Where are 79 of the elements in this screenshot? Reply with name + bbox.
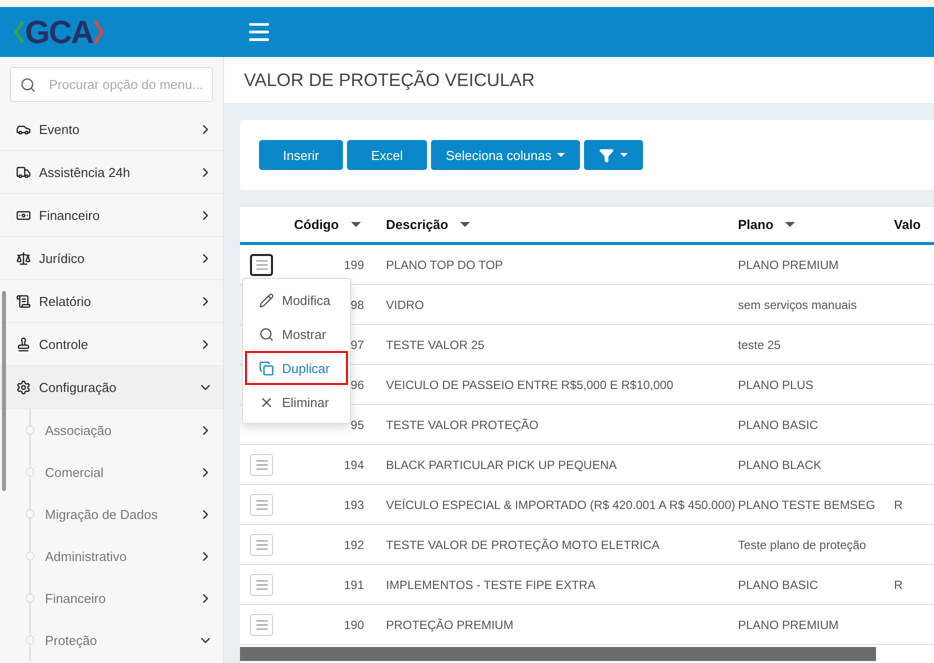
menu-item[interactable]: Duplicar (245, 351, 348, 385)
logo-chevron-icon (14, 20, 24, 44)
stamp-icon (16, 336, 31, 352)
scale-icon (16, 250, 31, 266)
menu-icon (254, 458, 268, 472)
columns-dropdown[interactable]: Seleciona colunas (430, 140, 580, 170)
table-cell: 193 (344, 498, 364, 512)
table-cell: TESTE VALOR DE PROTEÇÃO MOTO ELETRICA (386, 538, 660, 552)
table-cell: 95 (350, 418, 364, 432)
filter-dropdown[interactable] (584, 140, 644, 170)
table-cell: 199 (344, 258, 364, 272)
table-cell: VEICULO DE PASSEIO ENTRE R$5,000 E R$10,000 (386, 378, 674, 392)
table-cell: R (894, 498, 903, 512)
table-cell: Teste plano de proteção (738, 538, 866, 552)
sidebar-item[interactable]: Evento (39, 122, 190, 136)
column-header[interactable]: Valo (894, 217, 921, 232)
sidebar-item[interactable]: Jurídico (39, 250, 190, 266)
column-header[interactable]: Código (294, 217, 339, 232)
table-cell: VEÍCULO ESPECIAL & IMPORTADO (R$ 420.001 A R$ 450.000) (386, 498, 736, 512)
table-cell: 98 (350, 298, 364, 312)
table-cell: PLANO TESTE BEMSEG (738, 498, 876, 512)
scrollbar[interactable] (240, 647, 876, 661)
table-cell: 96 (350, 378, 364, 392)
scroll-icon (16, 294, 31, 308)
sidebar-subitem[interactable]: Comercial (45, 464, 198, 480)
menu-icon (254, 498, 268, 512)
menu-icon (254, 618, 268, 632)
logo: GCA (25, 14, 94, 50)
menu-icon (254, 578, 268, 592)
table-cell: 191 (344, 578, 364, 592)
sidebar-subitem[interactable]: Migração de Dados (45, 506, 198, 522)
table-cell: PLANO BASIC (738, 418, 818, 432)
sort-caret-icon[interactable] (785, 222, 796, 227)
column-header[interactable]: Plano (738, 217, 774, 232)
sidebar-subitem[interactable]: Associação (45, 422, 198, 438)
menu-icon (254, 538, 268, 552)
row-menu-button[interactable] (250, 254, 273, 276)
table-cell: BLACK PARTICULAR PICK UP PEQUENA (386, 458, 617, 472)
table-cell: PLANO PREMIUM (738, 618, 839, 632)
settings-icon (16, 380, 31, 394)
scrollbar[interactable] (2, 291, 6, 491)
table-cell: 97 (350, 338, 364, 352)
table-cell: PLANO PLUS (738, 378, 814, 392)
table-cell: IMPLEMENTOS - TESTE FIPE EXTRA (386, 578, 596, 592)
column-header[interactable]: Descrição (386, 217, 448, 232)
pencil-icon (259, 292, 274, 308)
search-icon (259, 326, 274, 342)
table-cell: PLANO TOP DO TOP (386, 258, 503, 272)
table-cell: VIDRO (386, 298, 424, 312)
sidebar-item[interactable]: Financeiro (39, 208, 190, 222)
table-cell: TESTE VALOR 25 (386, 338, 484, 352)
table-cell: 190 (344, 618, 364, 632)
table-cell: PLANO BASIC (738, 578, 818, 592)
sidebar-subitem[interactable]: Proteção (45, 632, 198, 648)
table-cell: PLANO BLACK (738, 458, 822, 472)
toolbar-button[interactable]: Inserir (259, 140, 344, 170)
toolbar-button[interactable]: Excel (347, 140, 427, 170)
sort-caret-icon[interactable] (350, 222, 361, 227)
menu-icon (254, 258, 268, 272)
table-cell: sem serviços manuais (738, 298, 857, 312)
copy-icon (259, 360, 274, 376)
table-cell: TESTE VALOR PROTEÇÃO (386, 418, 538, 432)
sidebar-item[interactable]: Assistência 24h (39, 164, 190, 180)
sidebar-subitem[interactable]: Financeiro (45, 590, 198, 606)
sidebar-item[interactable]: Relatório (39, 294, 190, 308)
logo-chevron-icon (94, 20, 104, 44)
table-cell: PROTEÇÃO PREMIUM (386, 618, 514, 632)
table-cell: 192 (344, 538, 364, 552)
table-cell: 194 (344, 458, 364, 472)
table-cell: R (894, 578, 903, 592)
page-title: VALOR DE PROTEÇÃO VEICULAR (244, 70, 535, 90)
table-cell: teste 25 (738, 338, 781, 352)
sidebar-item[interactable]: Controle (39, 336, 190, 352)
search-field[interactable]: Procurar opção do menu... (10, 67, 213, 102)
table-cell: PLANO PREMIUM (738, 258, 839, 272)
sidebar-subitem[interactable]: Administrativo (45, 548, 198, 564)
sort-caret-icon[interactable] (460, 222, 470, 227)
filter-icon (599, 148, 614, 162)
truck-icon (16, 164, 31, 180)
